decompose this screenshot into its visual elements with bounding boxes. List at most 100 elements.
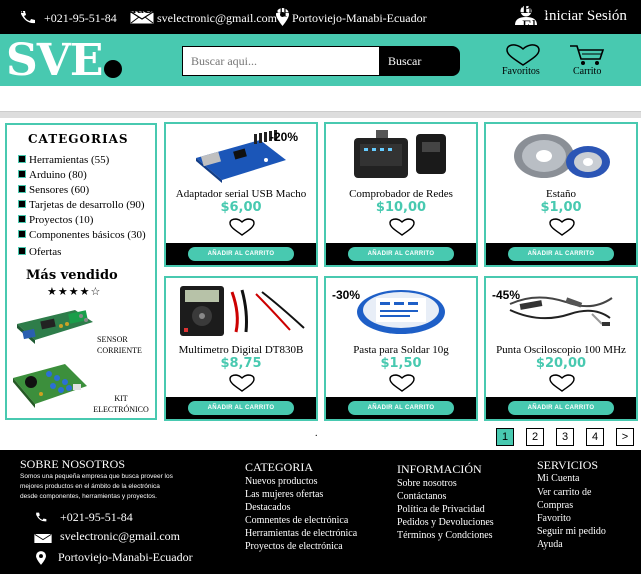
footer-about-title: SOBRE NOSOTROS bbox=[20, 457, 126, 471]
bestseller-item-label[interactable]: SENSOR CORRIENTE bbox=[97, 334, 147, 356]
category-item[interactable]: Tarjetas de desarrollo (90) bbox=[18, 199, 145, 211]
footer-location: Portoviejo-Manabi-Ecuador bbox=[58, 550, 193, 564]
footer-services-link[interactable]: Compras bbox=[537, 500, 573, 511]
footer-services-link[interactable]: Seguir mi pedido bbox=[537, 526, 606, 537]
footer-info-link[interactable]: Pedidos y Devoluciones bbox=[397, 517, 494, 528]
product-price: $6,00 bbox=[220, 200, 262, 215]
product-price: $20,00 bbox=[535, 356, 587, 371]
product-price: $8,75 bbox=[220, 356, 262, 371]
category-bullet bbox=[18, 170, 26, 178]
product-card[interactable]: -45% Punta Osciloscopio 100 MHz $20,00 AÑAD… bbox=[484, 276, 638, 421]
footer-info-link[interactable]: Política de Privacidad bbox=[397, 504, 485, 515]
footer-services-title: SERVICIOS bbox=[537, 458, 599, 472]
product-image[interactable] bbox=[506, 130, 616, 189]
favorite-heart-icon[interactable] bbox=[389, 218, 415, 241]
product-card[interactable]: Comprobador de Redes $10,00 AÑADIR AL CARR… bbox=[324, 122, 478, 267]
category-bullet bbox=[18, 230, 26, 238]
discount-badge: -45% bbox=[492, 288, 521, 302]
page-button-4[interactable]: 4 bbox=[586, 428, 604, 446]
product-price: $1,00 bbox=[540, 200, 582, 215]
bestseller-item-label[interactable]: KIT ELECTRÓNICO bbox=[93, 393, 149, 415]
nav-item-ofertas[interactable]: Ofertas bbox=[142, 0, 189, 18]
search-input[interactable] bbox=[182, 46, 380, 76]
product-card[interactable]: -30% Pasta para Soldar 10g $1,50 AÑADIR AL … bbox=[324, 276, 478, 421]
discount-badge: -20% bbox=[269, 130, 298, 144]
favorite-heart-icon[interactable] bbox=[549, 218, 575, 241]
page-button-2[interactable]: 2 bbox=[526, 428, 544, 446]
nav-item-inicio[interactable]: Inicio bbox=[15, 0, 52, 18]
footer-info-link[interactable]: Contáctanos bbox=[397, 491, 446, 502]
footer-info-title: INFORMACIÓN bbox=[397, 462, 482, 476]
search-button[interactable]: Buscar bbox=[380, 46, 460, 76]
footer-services-link[interactable]: Ayuda bbox=[537, 539, 563, 550]
kit-product-image[interactable] bbox=[11, 358, 91, 419]
logo[interactable]: SVE bbox=[6, 36, 103, 86]
product-card[interactable]: -20% Adaptador serial USB Macho $6,00 AÑADI… bbox=[164, 122, 318, 267]
footer-category-link[interactable]: Comnentes de electrónica bbox=[245, 515, 348, 526]
nav-item-proyectos[interactable]: Proyectos de Electrónica bbox=[522, 0, 641, 36]
add-to-cart-button[interactable]: AÑADIR AL CARRITO bbox=[348, 247, 454, 261]
footer-info-link[interactable]: Términos y Condciones bbox=[397, 530, 493, 541]
pagination-dot: . bbox=[315, 428, 318, 439]
nav-item-destacado[interactable]: Destacado bbox=[190, 0, 257, 18]
categories-title: CATEGORIAS bbox=[28, 132, 129, 146]
favorite-heart-icon[interactable] bbox=[389, 374, 415, 397]
footer-category-link[interactable]: Nuevos productos bbox=[245, 476, 318, 487]
product-name[interactable]: Punta Osciloscopio 100 MHz bbox=[486, 344, 636, 356]
category-item[interactable]: Ofertas bbox=[18, 246, 61, 258]
product-name[interactable]: Multimetro Digital DT830B bbox=[166, 344, 316, 356]
category-item[interactable]: Arduino (80) bbox=[18, 169, 87, 181]
product-name[interactable]: Estaño bbox=[486, 188, 636, 200]
product-image[interactable] bbox=[346, 284, 456, 343]
footer-services-link[interactable]: Favorito bbox=[537, 513, 571, 524]
favorite-heart-icon[interactable] bbox=[229, 218, 255, 241]
cart-label[interactable]: Carrito bbox=[573, 66, 601, 77]
favorites-label[interactable]: Favoritos bbox=[502, 66, 540, 77]
next-page-button[interactable]: > bbox=[616, 428, 634, 446]
product-card[interactable]: Estaño $1,00 AÑADIR AL CARRITO bbox=[484, 122, 638, 267]
footer-category-link[interactable]: Las mujeres ofertas bbox=[245, 489, 323, 500]
product-price: $1,50 bbox=[380, 356, 422, 371]
category-item[interactable]: Sensores (60) bbox=[18, 184, 89, 196]
sensor-product-image[interactable] bbox=[11, 302, 97, 357]
discount-badge: -30% bbox=[332, 288, 361, 302]
footer-services-link[interactable]: Mi Cuenta bbox=[537, 473, 580, 484]
footer-category-link[interactable]: Destacados bbox=[245, 502, 291, 513]
product-name[interactable]: Pasta para Soldar 10g bbox=[326, 344, 476, 356]
logo-dot bbox=[104, 60, 122, 78]
add-to-cart-button[interactable]: AÑADIR AL CARRITO bbox=[188, 401, 294, 415]
footer-category-title: CATEGORIA bbox=[245, 460, 313, 474]
rating-stars: ★★★★☆ bbox=[47, 285, 101, 298]
footer-category-link[interactable]: Proyectos de electrónica bbox=[245, 541, 343, 552]
product-image[interactable] bbox=[346, 130, 456, 189]
star-empty-icon: ☆ bbox=[90, 285, 102, 298]
add-to-cart-button[interactable]: AÑADIR AL CARRITO bbox=[508, 247, 614, 261]
star-filled-icon: ★ bbox=[68, 285, 80, 298]
category-item[interactable]: Componentes básicos (30) bbox=[18, 229, 146, 241]
main-nav bbox=[0, 86, 641, 112]
category-bullet bbox=[18, 185, 26, 193]
product-image[interactable] bbox=[170, 284, 320, 343]
favorite-heart-icon[interactable] bbox=[229, 374, 255, 397]
category-item[interactable]: Proyectos (10) bbox=[18, 214, 93, 226]
product-card[interactable]: Multimetro Digital DT830B $8,75 AÑADIR AL … bbox=[164, 276, 318, 421]
footer-location-icon bbox=[36, 551, 46, 570]
product-name[interactable]: Adaptador serial USB Macho bbox=[166, 188, 316, 200]
add-to-cart-button[interactable]: AÑADIR AL CARRITO bbox=[188, 247, 294, 261]
footer-category-link[interactable]: Herramientas de electrónica bbox=[245, 528, 357, 539]
page-button-3[interactable]: 3 bbox=[556, 428, 574, 446]
footer-about-text: Somos una pequeña empresa que busca prov… bbox=[20, 473, 173, 500]
add-to-cart-button[interactable]: AÑADIR AL CARRITO bbox=[348, 401, 454, 415]
add-to-cart-button[interactable]: AÑADIR AL CARRITO bbox=[508, 401, 614, 415]
page-button-1[interactable]: 1 bbox=[496, 428, 514, 446]
favorite-heart-icon[interactable] bbox=[549, 374, 575, 397]
category-bullet bbox=[18, 247, 26, 255]
product-image[interactable] bbox=[506, 284, 616, 343]
footer-services-link[interactable]: Ver carrito de bbox=[537, 487, 591, 498]
footer-email[interactable]: svelectronic@gmail.com bbox=[60, 529, 180, 544]
footer-info-link[interactable]: Sobre nosotros bbox=[397, 478, 457, 489]
product-price: $10,00 bbox=[375, 200, 427, 215]
category-bullet bbox=[18, 155, 26, 163]
product-name[interactable]: Comprobador de Redes bbox=[326, 188, 476, 200]
category-item[interactable]: Herramientas (55) bbox=[18, 154, 109, 166]
